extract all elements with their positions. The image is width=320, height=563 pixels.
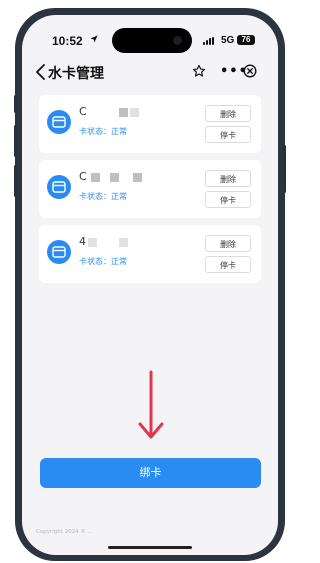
- camera-dot: [173, 36, 182, 45]
- card-number: 4: [79, 235, 128, 248]
- delete-card-button[interactable]: 删除: [205, 235, 251, 252]
- phone-volume-down: [14, 165, 17, 197]
- suspend-card-button[interactable]: 停卡: [205, 191, 251, 208]
- redacted-block: [90, 172, 100, 182]
- card-number-prefix: C: [79, 170, 87, 183]
- card-icon: [47, 175, 71, 199]
- card-icon: [47, 240, 71, 264]
- card-icon: [47, 110, 71, 134]
- delete-card-button[interactable]: 删除: [205, 170, 251, 187]
- copyright-text: Copyright 2024 © ...: [36, 529, 93, 535]
- star-icon[interactable]: [192, 64, 206, 78]
- redacted-block: [129, 107, 139, 117]
- card-status: 卡状态：正常: [79, 257, 127, 266]
- status-bar: 10:52 5G 76: [22, 15, 278, 59]
- redacted-block: [118, 107, 128, 117]
- card-number-prefix: C: [79, 105, 87, 118]
- water-card-item: C 卡状态：正常 删除 停卡: [39, 160, 261, 218]
- dynamic-island: [112, 28, 192, 53]
- redacted-block: [119, 237, 128, 247]
- network-type: 5G: [221, 35, 235, 46]
- app-screen: 10:52 5G 76 水卡管理 ••• C 卡状态：正常 删除 停卡 C 卡状…: [22, 15, 278, 555]
- battery-icon: 76: [237, 35, 255, 45]
- suspend-card-button[interactable]: 停卡: [205, 256, 251, 273]
- card-number: C: [79, 170, 142, 183]
- redacted-block: [132, 172, 142, 182]
- home-indicator[interactable]: [108, 546, 192, 549]
- suspend-card-button[interactable]: 停卡: [205, 126, 251, 143]
- battery-level: 76: [241, 35, 251, 44]
- redacted-block: [88, 237, 97, 247]
- redacted-block: [109, 172, 119, 182]
- back-chevron-icon[interactable]: [34, 64, 48, 80]
- bind-card-button[interactable]: 绑卡: [40, 458, 261, 488]
- phone-power-button: [283, 145, 286, 193]
- phone-side-button: [14, 95, 17, 113]
- location-arrow-icon: [90, 35, 98, 43]
- signal-icon: [203, 37, 214, 45]
- page-title: 水卡管理: [48, 66, 104, 82]
- water-card-item: C 卡状态：正常 删除 停卡: [39, 95, 261, 153]
- card-number: C: [79, 105, 139, 118]
- annotation-arrow-icon: [138, 370, 164, 439]
- status-time: 10:52: [52, 34, 83, 48]
- phone-volume-up: [14, 125, 17, 157]
- close-circle-icon[interactable]: [243, 64, 257, 78]
- delete-card-button[interactable]: 删除: [205, 105, 251, 122]
- nav-bar: 水卡管理 •••: [22, 59, 278, 85]
- card-number-prefix: 4: [79, 235, 86, 248]
- card-status: 卡状态：正常: [79, 127, 127, 136]
- water-card-item: 4 卡状态：正常 删除 停卡: [39, 225, 261, 283]
- card-status: 卡状态：正常: [79, 192, 127, 201]
